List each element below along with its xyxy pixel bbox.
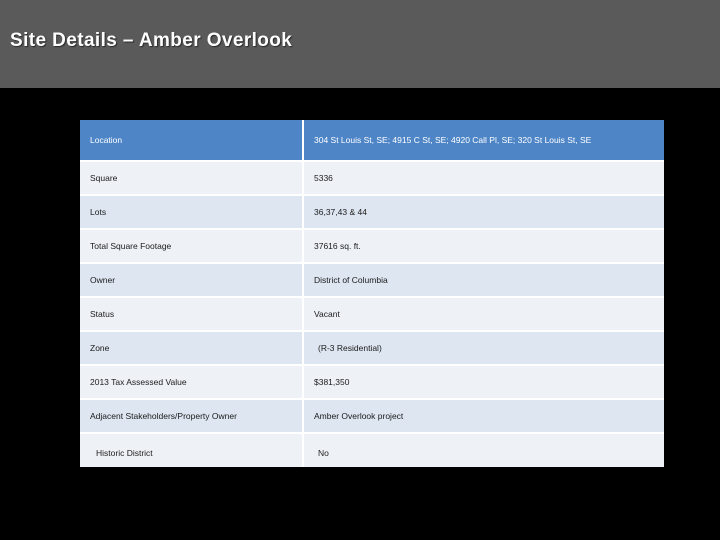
row-label: Adjacent Stakeholders/Property Owner [80, 399, 304, 434]
row-label: Historic District [80, 433, 304, 467]
row-label: Lots [80, 195, 304, 230]
table-row: Adjacent Stakeholders/Property Owner Amb… [80, 399, 664, 434]
site-details-table: Location 304 St Louis St, SE; 4915 C St,… [80, 120, 664, 467]
table-row: Total Square Footage 37616 sq. ft. [80, 229, 664, 264]
row-label: Zone [80, 331, 304, 366]
table-row: Location 304 St Louis St, SE; 4915 C St,… [80, 120, 664, 162]
page-title: Site Details – Amber Overlook [10, 30, 293, 51]
row-value: Vacant [303, 297, 664, 332]
row-label: 2013 Tax Assessed Value [80, 365, 304, 400]
table-row: Lots 36,37,43 & 44 [80, 195, 664, 230]
table-row: Status Vacant [80, 297, 664, 332]
row-value: 37616 sq. ft. [303, 229, 664, 264]
table-row: Historic District No [80, 433, 664, 467]
row-value: Amber Overlook project [303, 399, 664, 434]
row-label: Status [80, 297, 304, 332]
row-value: 36,37,43 & 44 [303, 195, 664, 230]
table-row: Zone (R-3 Residential) [80, 331, 664, 366]
row-label: Owner [80, 263, 304, 298]
row-label: Square [80, 161, 304, 196]
table-row: 2013 Tax Assessed Value $381,350 [80, 365, 664, 400]
row-label: Location [80, 120, 304, 162]
row-value: District of Columbia [303, 263, 664, 298]
slide: Site Details – Amber Overlook Location 3… [0, 0, 720, 540]
row-value: No [303, 433, 664, 467]
row-value: 5336 [303, 161, 664, 196]
row-value: (R-3 Residential) [303, 331, 664, 366]
row-value: 304 St Louis St, SE; 4915 C St, SE; 4920… [303, 120, 664, 162]
row-value: $381,350 [303, 365, 664, 400]
row-label: Total Square Footage [80, 229, 304, 264]
site-details-table-container: Location 304 St Louis St, SE; 4915 C St,… [80, 120, 664, 467]
table-row: Square 5336 [80, 161, 664, 196]
table-row: Owner District of Columbia [80, 263, 664, 298]
